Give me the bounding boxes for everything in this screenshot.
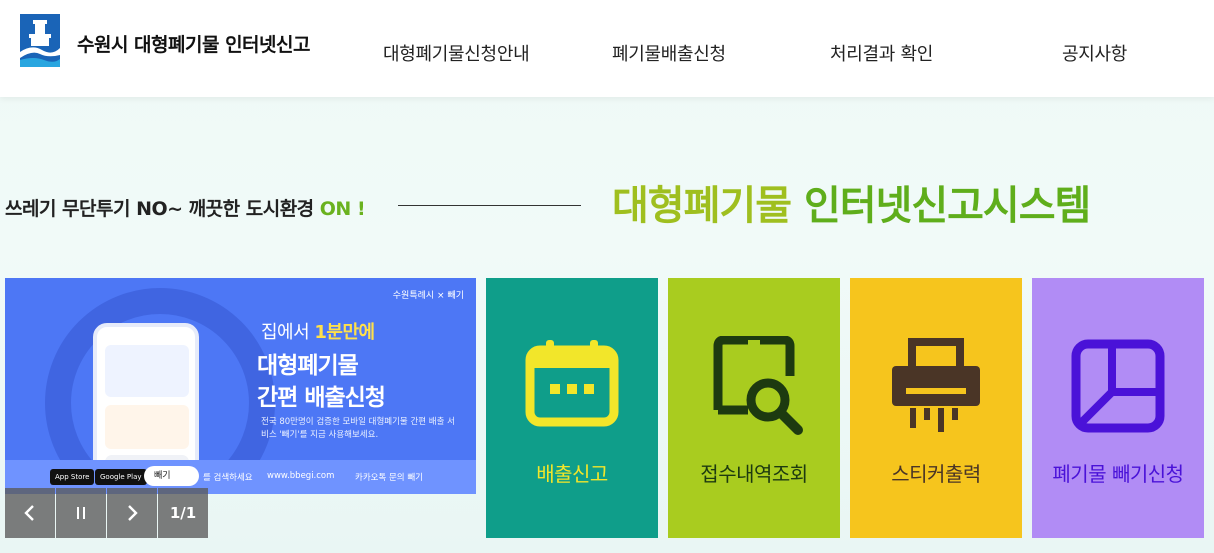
pause-icon (77, 507, 85, 519)
banner-headline-2: 간편 배출신청 (257, 385, 386, 411)
slogan-left: 쓰레기 무단투기 NO~ 깨끗한 도시환경 ON ! (5, 194, 366, 221)
suwon-logo-icon[interactable] (20, 14, 60, 67)
banner-headline-1: 대형폐기물 (257, 353, 359, 379)
nav-item-guide[interactable]: 대형폐기물신청안내 (383, 40, 530, 66)
site-title[interactable]: 수원시 대형폐기물 인터넷신고 (77, 30, 310, 57)
tile-history[interactable]: 접수내역조회 (668, 278, 840, 538)
slogan-divider (398, 205, 581, 206)
phone-mockup (93, 323, 199, 483)
printer-icon (892, 338, 980, 432)
slogan-headline-part1: 대형폐기물 (612, 183, 804, 229)
tile-bbegi[interactable]: 폐기물 빼기신청 (1032, 278, 1204, 538)
kakao-text: 카카오톡 문의 빼기 (355, 473, 423, 483)
tile-sticker-label: 스티커출력 (891, 462, 981, 486)
tile-history-label: 접수내역조회 (700, 462, 808, 486)
search-pill-label: 빼기 (154, 471, 171, 481)
tile-report[interactable]: 배출신고 (486, 278, 658, 538)
tile-sticker[interactable]: 스티커출력 (850, 278, 1022, 538)
nav-item-notice[interactable]: 공지사항 (1062, 40, 1127, 66)
slogan-headline: 대형폐기물 인터넷신고시스템 (612, 173, 1091, 231)
phone-card (105, 345, 189, 397)
slide-counter: 1/1 (158, 488, 208, 538)
site-header: 수원시 대형폐기물 인터넷신고 대형폐기물신청안내 폐기물배출신청 처리결과 확… (0, 0, 1214, 97)
promo-banner[interactable]: 수원특례시 × 빼기 집에서 1분만에 대형폐기물 간편 배출신청 전국 80만… (5, 278, 476, 494)
pause-button[interactable] (56, 488, 106, 538)
website-text: www.bbegi.com (267, 471, 335, 481)
banner-description: 전국 80만명이 검증한 모바일 대형폐기물 간편 배출 서비스 '빼기'를 지… (261, 417, 455, 440)
banner-line1-highlight: 1분만에 (314, 322, 375, 343)
banner-brand: 수원특례시 × 빼기 (392, 291, 464, 301)
chevron-left-icon (24, 505, 34, 521)
phone-card (105, 405, 189, 449)
chevron-right-icon (128, 505, 138, 521)
slogan-left-main: 쓰레기 무단투기 NO~ 깨끗한 도시환경 (5, 198, 320, 220)
prev-button[interactable] (5, 488, 55, 538)
app-store-badge[interactable]: App Store (50, 469, 95, 485)
nav-item-result[interactable]: 처리결과 확인 (830, 40, 933, 66)
device-search-icon (713, 336, 803, 435)
nav-item-apply[interactable]: 폐기물배출신청 (612, 40, 726, 66)
calendar-icon (525, 340, 619, 427)
search-pill: 빼기 (144, 466, 199, 486)
banner-line1: 집에서 1분만에 (261, 318, 375, 344)
google-play-badge[interactable]: Google Play (95, 469, 147, 485)
tile-bbegi-label: 폐기물 빼기신청 (1052, 462, 1184, 486)
layout-icon (1071, 339, 1165, 433)
banner-line1-prefix: 집에서 (261, 322, 315, 343)
next-button[interactable] (107, 488, 157, 538)
slogan-left-accent: ON ! (319, 198, 366, 220)
tile-report-label: 배출신고 (536, 462, 608, 486)
search-suffix: 를 검색하세요 (203, 473, 253, 483)
slogan-headline-part2: 인터넷신고시스템 (803, 183, 1091, 229)
